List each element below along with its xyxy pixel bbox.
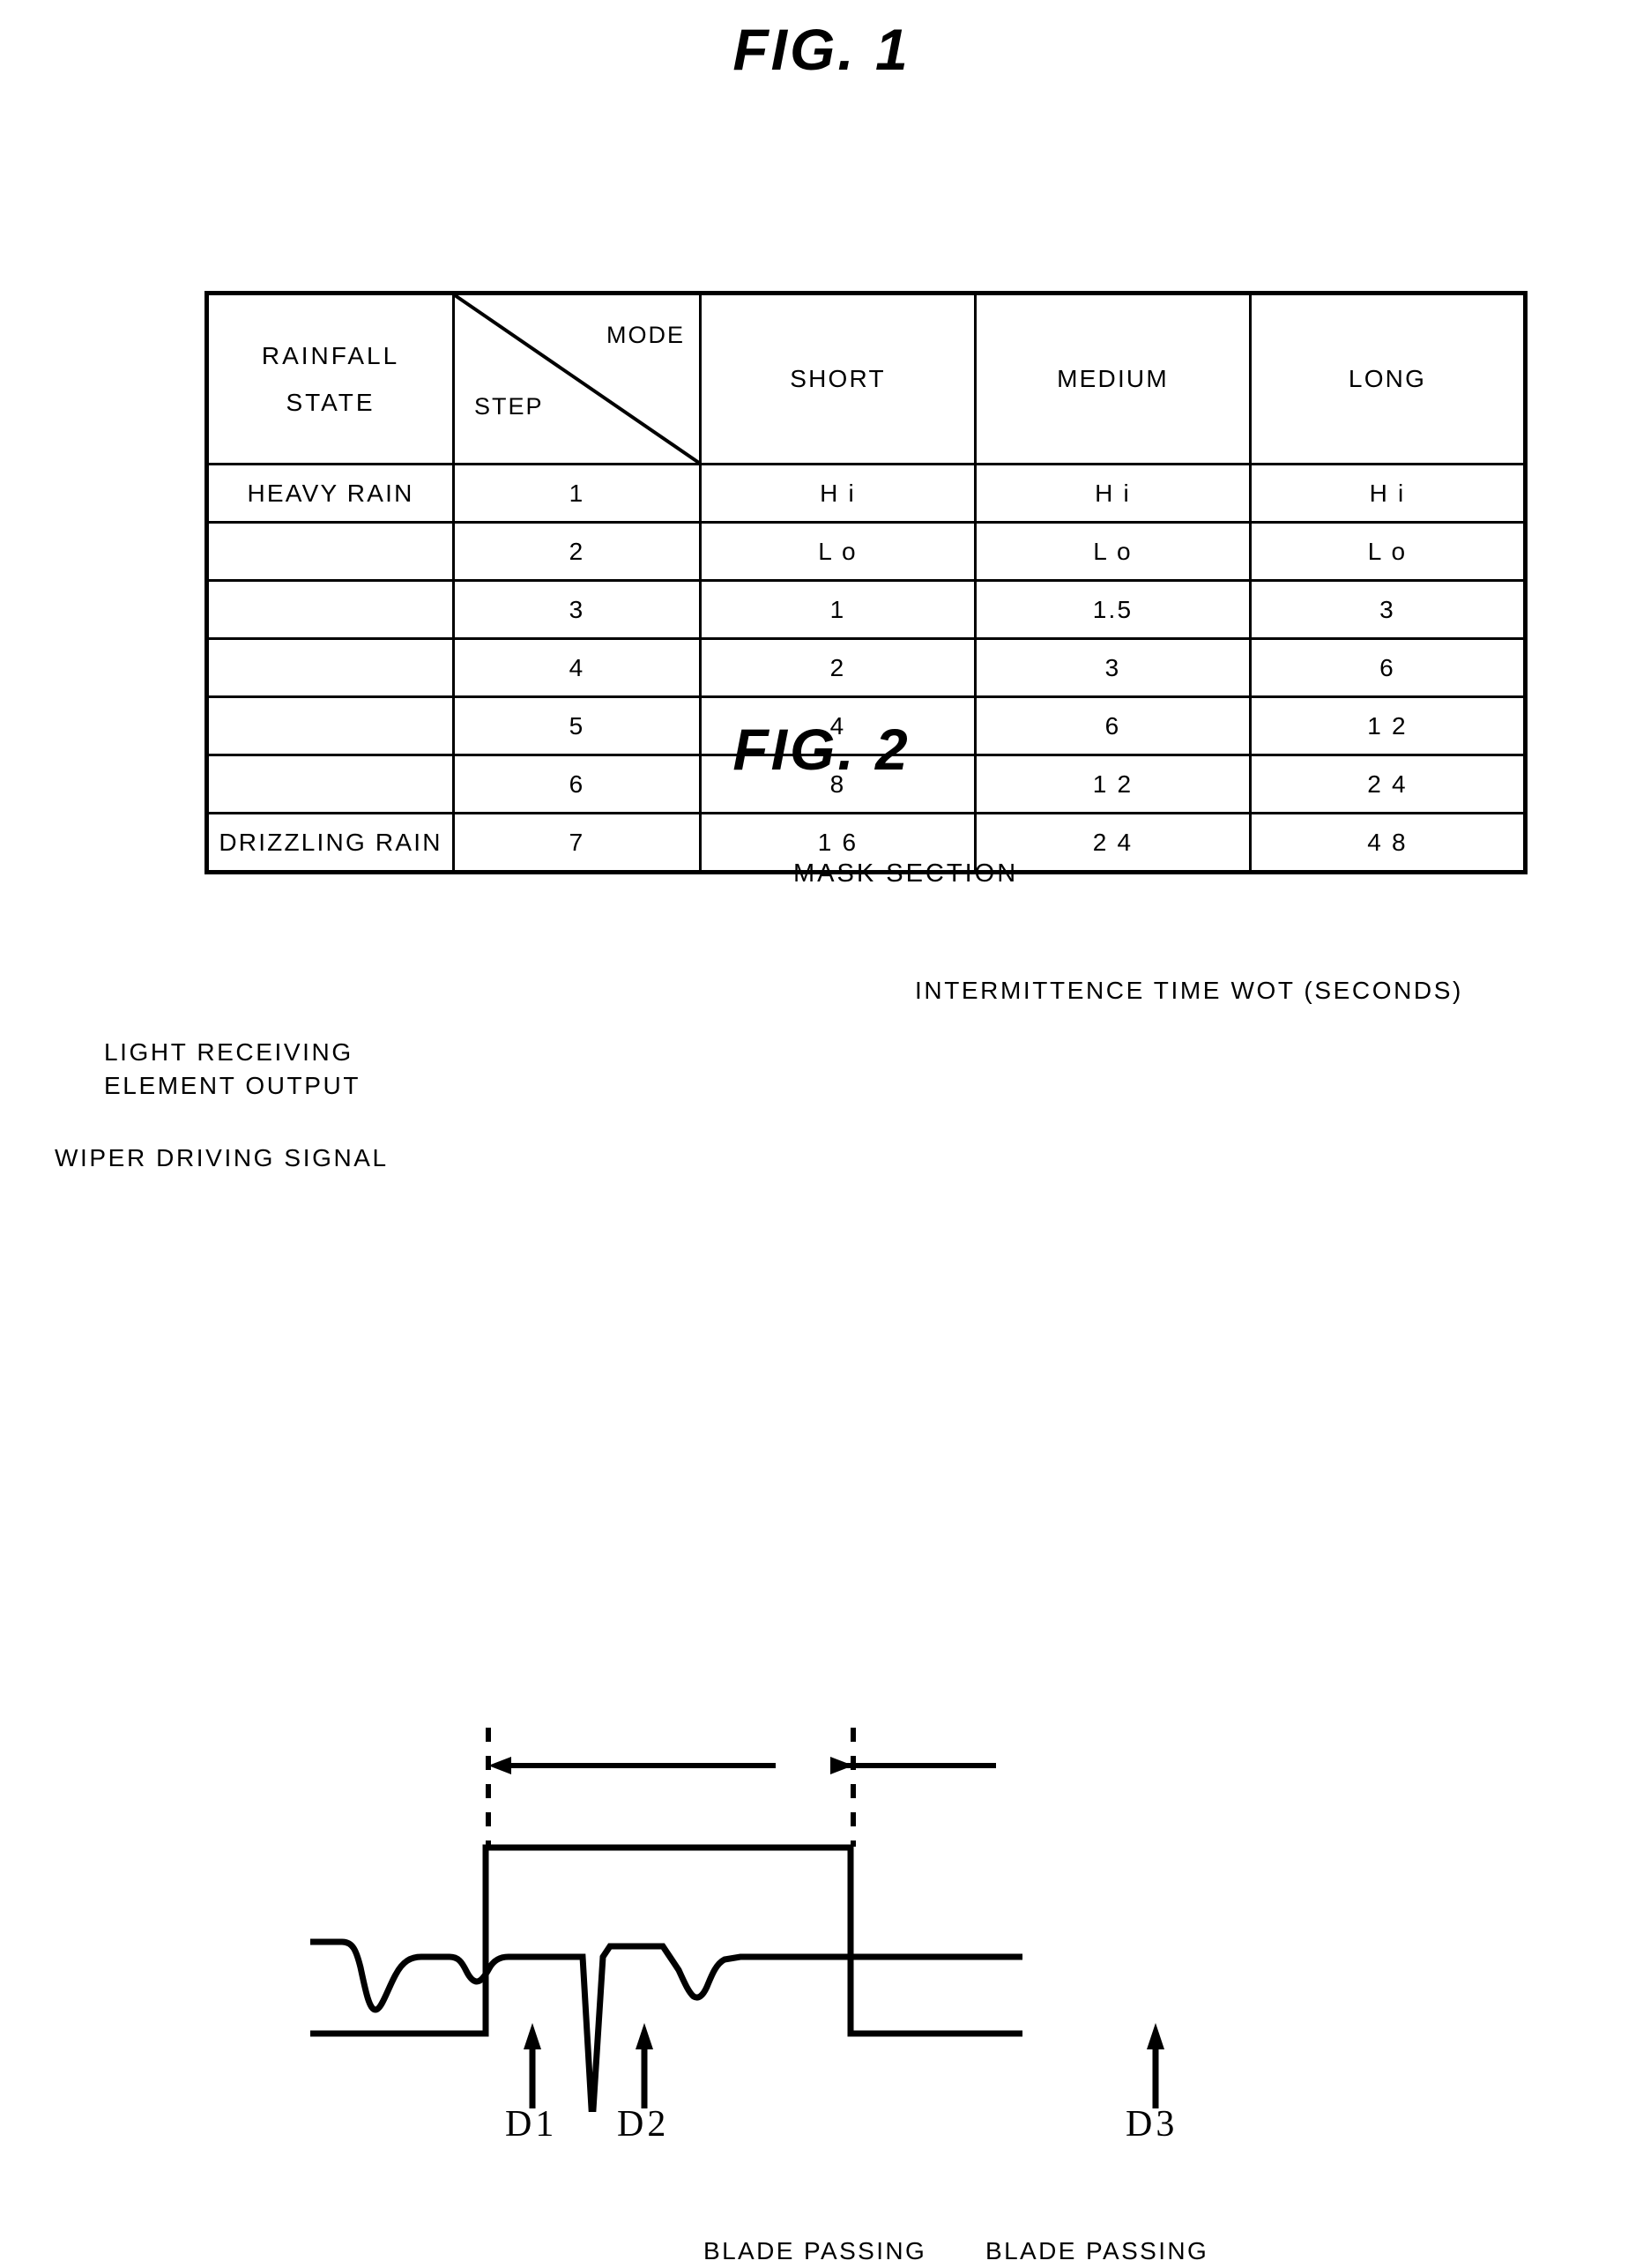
- waveform-timing-diagram: [310, 1728, 1164, 2112]
- annotation-d2: D2: [617, 2104, 670, 2145]
- annotation-blade-passing-1: BLADE PASSING: [703, 2237, 927, 2264]
- cell-short: L o: [699, 521, 977, 582]
- table-row: 2 L o L o L o: [205, 521, 1527, 582]
- header-rainfall-state: RAINFALL STATE: [205, 292, 455, 465]
- cell-long: 3: [1249, 579, 1527, 640]
- cell-step: 3: [452, 579, 702, 640]
- cell-step: 2: [452, 521, 702, 582]
- header-mode-label: MODE: [606, 322, 685, 348]
- cell-state: [205, 579, 455, 640]
- header-step-mode-split: MODE STEP: [452, 292, 702, 465]
- d1-arrow: [524, 2023, 541, 2108]
- cell-medium: 3: [974, 637, 1252, 698]
- cell-medium: H i: [974, 463, 1252, 524]
- annotation-blade-passing-2: BLADE PASSING: [985, 2237, 1209, 2264]
- figure-1-table-container: RAINFALL STATE MODE STEP SHORT MEDIUM LO…: [204, 291, 1528, 874]
- cell-step: 4: [452, 637, 702, 698]
- cell-short: 1: [699, 579, 977, 640]
- annotation-d3: D3: [1126, 2104, 1178, 2145]
- cell-state: [205, 521, 455, 582]
- table-row: 3 1 1.5 3: [205, 579, 1527, 640]
- cell-long: H i: [1249, 463, 1527, 524]
- d2-arrow: [636, 2023, 653, 2108]
- table-row: HEAVY RAIN 1 H i H i H i: [205, 463, 1527, 524]
- annotation-d1: D1: [505, 2104, 558, 2145]
- figure-2-title: FIG. 2: [732, 717, 911, 782]
- table-header-row: RAINFALL STATE MODE STEP SHORT MEDIUM LO…: [205, 292, 1527, 465]
- figure-2-container: [0, 811, 1643, 2112]
- table-row: 4 2 3 6: [205, 637, 1527, 698]
- mask-section-arrow: [488, 1757, 996, 1774]
- cell-medium: L o: [974, 521, 1252, 582]
- d3-arrow: [1147, 2023, 1164, 2108]
- cell-long: 6: [1249, 637, 1527, 698]
- cell-state: [205, 637, 455, 698]
- header-rainfall-state-line1: RAINFALL: [261, 341, 400, 369]
- cell-state: HEAVY RAIN: [205, 463, 455, 524]
- cell-step: 1: [452, 463, 702, 524]
- light-receiving-element-output-waveform: [310, 1938, 1022, 2112]
- wiper-driving-signal-waveform: [310, 1844, 1022, 2037]
- mask-section-label: MASK SECTION: [793, 859, 1019, 888]
- light-receiving-element-output-label: LIGHT RECEIVING ELEMENT OUTPUT: [104, 1036, 361, 1103]
- wiper-driving-signal-label: WIPER DRIVING SIGNAL: [55, 1144, 389, 1171]
- header-step-label: STEP: [474, 393, 544, 420]
- header-mode-short: SHORT: [699, 292, 977, 465]
- header-mode-medium: MEDIUM: [974, 292, 1252, 465]
- light-label-line2: ELEMENT OUTPUT: [104, 1071, 361, 1099]
- cell-short: 2: [699, 637, 977, 698]
- rainfall-mode-table: RAINFALL STATE MODE STEP SHORT MEDIUM LO…: [204, 291, 1528, 874]
- light-label-line1: LIGHT RECEIVING: [104, 1038, 353, 1066]
- diagonal-divider-icon: [455, 295, 699, 463]
- header-mode-long: LONG: [1249, 292, 1527, 465]
- cell-medium: 1.5: [974, 579, 1252, 640]
- figure-1-title: FIG. 1: [732, 17, 911, 82]
- cell-short: H i: [699, 463, 977, 524]
- cell-long: L o: [1249, 521, 1527, 582]
- header-rainfall-state-line2: STATE: [286, 389, 375, 416]
